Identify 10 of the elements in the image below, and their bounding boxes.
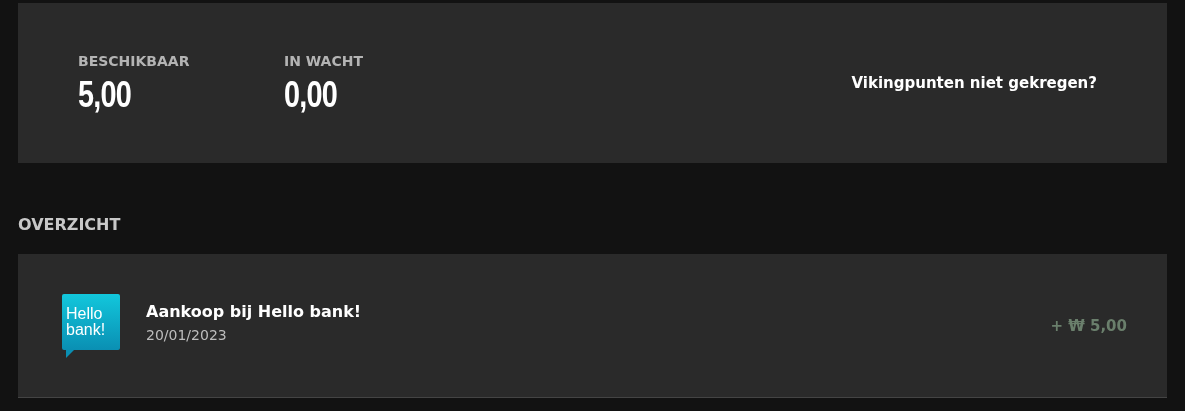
balance-label: BESCHIKBAAR [78, 53, 191, 69]
transaction-title: Aankoop bij Hello bank! [146, 302, 362, 321]
section-heading: OVERZICHT [18, 215, 122, 234]
bank-logo: Hello bank! [62, 293, 120, 358]
transaction-amount: + ₩ 5,00 [1050, 316, 1127, 335]
help-link[interactable]: Vikingpunten niet gekregen? [851, 74, 1097, 92]
balance-label: IN WACHT [284, 53, 364, 69]
balance-value: 0,00 [284, 77, 337, 113]
transaction-date: 20/01/2023 [146, 327, 228, 343]
balance-value: 5,00 [78, 77, 131, 113]
